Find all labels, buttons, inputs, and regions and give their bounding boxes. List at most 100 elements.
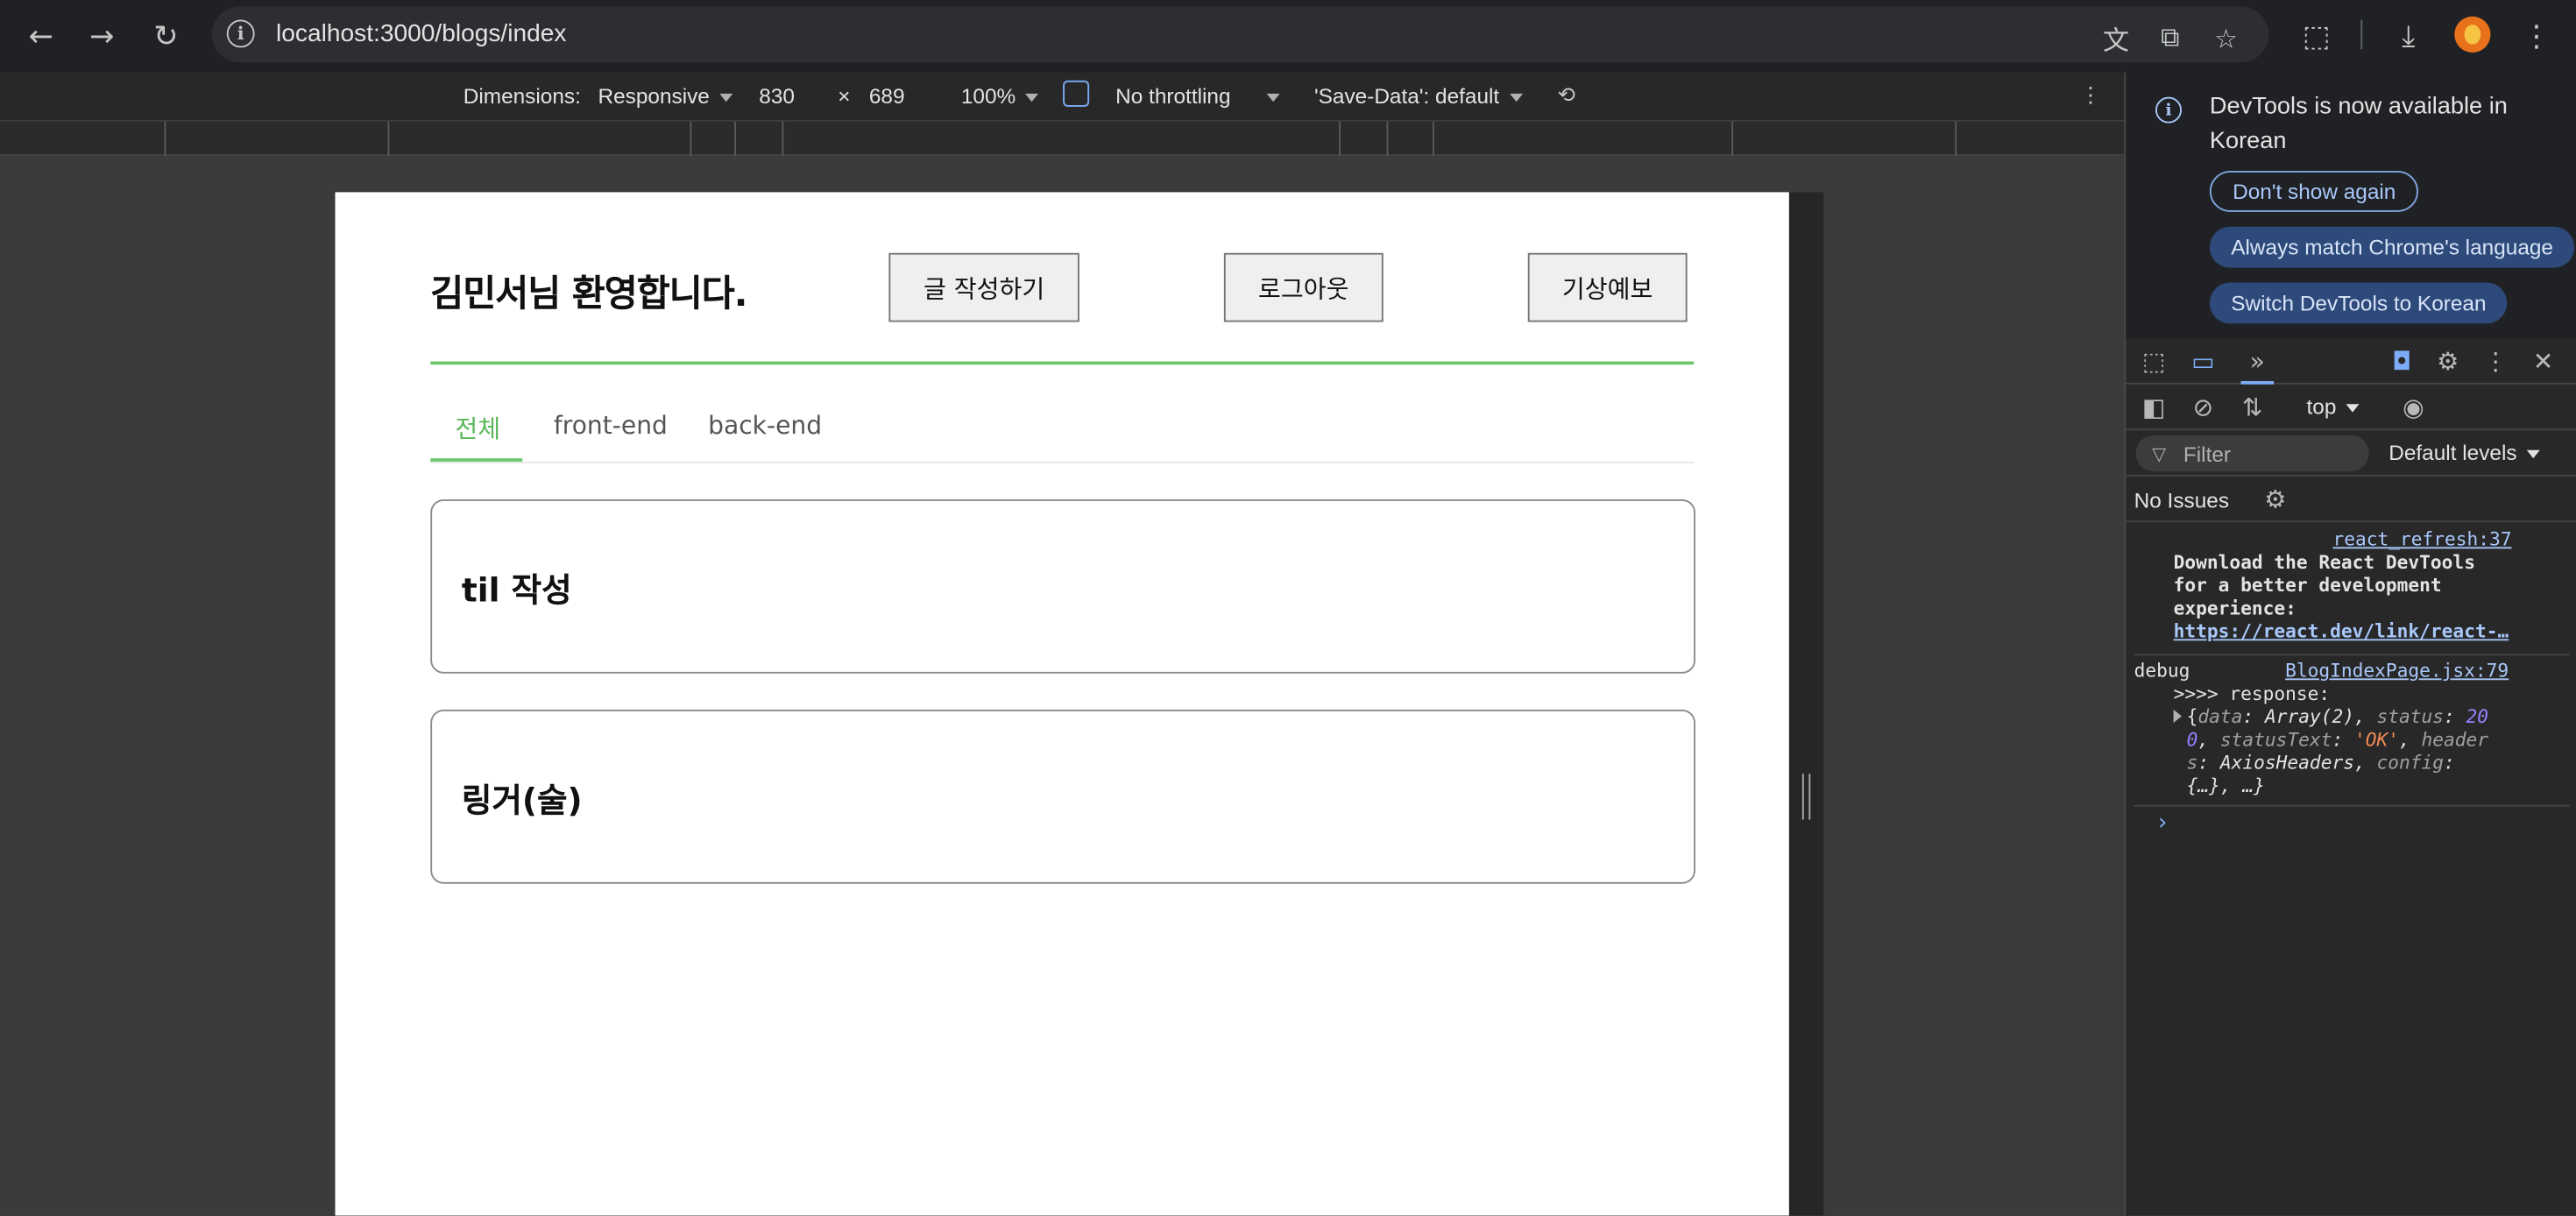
console-toolbar: ◧ ⊘ ⇅ top ◉ <box>2126 385 2576 431</box>
settings-gear-icon[interactable]: ⚙ <box>2431 345 2465 378</box>
notice-message: DevTools is now available in Korean <box>2209 93 2508 155</box>
screen-root: ← → ↻ i localhost:3000/blogs/index 文 ⧉ ☆… <box>0 0 2576 1216</box>
log-link[interactable]: https://react.dev/link/react-… <box>2174 621 2509 644</box>
device-select-value: Responsive <box>598 83 710 109</box>
ruler-seg <box>690 121 692 157</box>
language-notice: i DevTools is now available in Korean Do… <box>2126 72 2576 339</box>
ruler-seg <box>782 121 784 157</box>
back-arrow-icon[interactable]: ← <box>18 13 65 60</box>
chevron-down-icon <box>1266 93 1280 103</box>
url-text[interactable]: localhost:3000/blogs/index <box>276 20 566 48</box>
browser-toolbar: ← → ↻ i localhost:3000/blogs/index 文 ⧉ ☆… <box>0 0 2576 73</box>
value: AxiosHeaders <box>2219 752 2354 774</box>
tab-front-end[interactable]: front-end <box>554 411 668 441</box>
reload-icon[interactable]: ↻ <box>143 13 189 60</box>
live-expression-eye-icon[interactable]: ◉ <box>2397 391 2431 424</box>
log-source-link[interactable]: BlogIndexPage.jsx:79 <box>2285 661 2509 683</box>
log-line: for a better development <box>2173 575 2442 597</box>
log-source-link[interactable]: react_refresh:37 <box>2333 529 2512 552</box>
logout-button[interactable]: 로그아웃 <box>1223 252 1384 322</box>
log-object-line: {…}, …} <box>2186 775 2265 797</box>
device-toggle-icon[interactable]: ▭ <box>2187 345 2220 378</box>
device-toolbar: Dimensions: Responsive 830 × 689 100% No… <box>0 72 2125 122</box>
clear-console-icon[interactable]: ⊘ <box>2187 391 2220 424</box>
ruler-seg <box>734 121 736 157</box>
devtools-panel: i DevTools is now available in Korean Do… <box>2124 72 2576 1216</box>
log-line: Download the React DevTools <box>2173 552 2475 574</box>
filter-input[interactable]: ▽ Filter <box>2135 435 2369 472</box>
kebab-menu-icon[interactable]: ⋮ <box>2514 13 2560 60</box>
device-select[interactable]: Responsive <box>598 84 733 109</box>
collapse-icon[interactable]: ⇅ <box>2236 391 2269 424</box>
ruler-seg <box>1955 121 1957 157</box>
profile-avatar[interactable] <box>2454 16 2491 53</box>
console-prompt[interactable]: › <box>2155 811 2169 834</box>
value: 0 <box>2186 729 2198 751</box>
ruler-seg <box>1386 121 1389 157</box>
fit-viewport-icon[interactable] <box>1063 80 1090 107</box>
ruler-seg <box>164 121 166 157</box>
brace: { <box>2186 706 2198 728</box>
filter-funnel-icon: ▽ <box>2152 443 2167 465</box>
ruler-seg <box>1339 121 1341 157</box>
save-data-select-value: 'Save-Data': default <box>1314 83 1500 109</box>
sidebar-toggle-icon[interactable]: ◧ <box>2137 391 2170 424</box>
ruler-seg <box>387 121 390 157</box>
log-levels-select[interactable]: Default levels <box>2388 441 2540 465</box>
zoom-select[interactable]: 100% <box>961 84 1039 109</box>
tabs-divider <box>430 461 1695 463</box>
throttling-select[interactable]: No throttling <box>1115 84 1280 109</box>
save-data-select[interactable]: 'Save-Data': default <box>1314 83 1523 109</box>
resize-strip <box>1788 192 1824 1216</box>
install-app-icon[interactable]: ⧉ <box>2152 20 2188 56</box>
tab-back-end[interactable]: back-end <box>708 411 822 441</box>
forward-arrow-icon[interactable]: → <box>79 13 125 60</box>
always-match-language-button[interactable]: Always match Chrome's language <box>2209 226 2575 268</box>
log-separator <box>2134 804 2570 807</box>
ruler-seg <box>1731 121 1734 157</box>
tab-all[interactable]: 전체 <box>455 411 500 445</box>
address-bar[interactable]: i localhost:3000/blogs/index 文 ⧉ ☆ <box>211 6 2269 63</box>
devtools-menu-icon[interactable]: ⋮ <box>2479 345 2512 378</box>
issues-badge-icon[interactable]: ◘ <box>2386 345 2419 378</box>
key: data <box>2197 706 2243 728</box>
rotate-icon[interactable]: ⟲ <box>1558 84 1575 109</box>
inspect-element-icon[interactable]: ⬚ <box>2137 345 2170 378</box>
height-input[interactable]: 689 <box>869 84 905 109</box>
log-object[interactable]: {data: Array(2), status: 20 0, statusTex… <box>2173 706 2565 798</box>
translate-icon[interactable]: 文 <box>2098 20 2134 56</box>
switch-to-korean-button[interactable]: Switch DevTools to Korean <box>2209 282 2508 324</box>
write-post-button[interactable]: 글 작성하기 <box>888 252 1079 322</box>
console-settings-gear-icon[interactable]: ⚙ <box>2259 483 2292 516</box>
post-card[interactable]: 링거(술) <box>430 710 1695 884</box>
weather-button[interactable]: 기상예보 <box>1527 252 1688 322</box>
device-more-icon[interactable]: ⋮ <box>2080 84 2101 109</box>
filter-row: ▽ Filter Default levels <box>2126 430 2576 477</box>
close-icon[interactable]: ✕ <box>2527 345 2560 378</box>
key: header <box>2421 729 2489 751</box>
log-line: >>>> response: <box>2173 683 2331 705</box>
key: config <box>2376 752 2445 774</box>
context-select-value: top <box>2306 394 2337 420</box>
width-input[interactable]: 830 <box>759 84 795 109</box>
site-info-icon[interactable]: i <box>226 19 255 48</box>
log-object-line: 0, statusText: 'OK', header <box>2186 729 2489 751</box>
more-tabs-icon[interactable]: » <box>2241 345 2275 378</box>
log-line: experience: <box>2173 597 2296 619</box>
issues-count[interactable]: No Issues <box>2134 488 2229 513</box>
context-select[interactable]: top <box>2307 394 2360 419</box>
bookmark-star-icon[interactable]: ☆ <box>2208 20 2244 56</box>
dont-show-again-button[interactable]: Don't show again <box>2209 171 2419 212</box>
chevron-down-icon <box>2346 404 2360 413</box>
zoom-select-value: 100% <box>960 83 1016 109</box>
devtools-tabbar: ⬚ ▭ » ◘ ⚙ ⋮ ✕ <box>2126 338 2576 385</box>
extensions-icon[interactable]: ⬚ <box>2294 13 2340 60</box>
post-card-title: til 작성 <box>461 569 572 610</box>
value: 'OK' <box>2353 729 2399 751</box>
post-card[interactable]: til 작성 <box>430 499 1695 674</box>
resize-handle[interactable] <box>1801 774 1811 820</box>
expand-triangle-icon[interactable] <box>2173 710 2182 723</box>
download-icon[interactable]: ⤓ <box>2386 13 2432 60</box>
emulated-page: 김민서님 환영합니다. 글 작성하기 로그아웃 기상예보 전체 front-en… <box>335 192 1789 1216</box>
log-object-line: s: AxiosHeaders, config: <box>2186 752 2455 774</box>
